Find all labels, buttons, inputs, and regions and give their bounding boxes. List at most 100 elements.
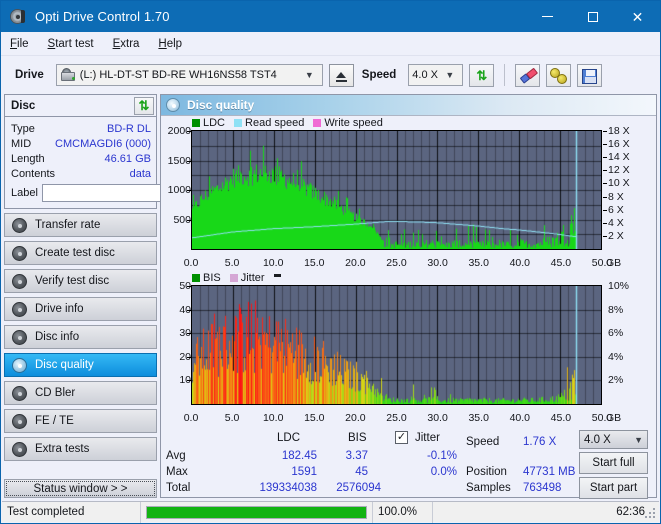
status-window-button[interactable]: Status window > > <box>4 479 157 498</box>
chart2-x-axis: 0.0 5.0 10.0 15.0 20.0 25.0 30.0 35.0 40.0 45.0 50… <box>161 412 656 426</box>
window-controls: ✕ <box>525 1 660 32</box>
drive-icon <box>60 68 76 82</box>
sidebar-item-transfer-rate[interactable]: Transfer rate <box>4 213 157 237</box>
sidebar-item-disc-quality[interactable]: Disc quality <box>4 353 157 377</box>
disc-refresh-button[interactable]: ⇅ <box>134 96 154 115</box>
disc-quality-icon <box>166 98 180 112</box>
settings-button[interactable] <box>546 63 572 87</box>
sidebar-item-label: Transfer rate <box>35 219 101 231</box>
drive-label: Drive <box>15 69 44 81</box>
panel-header: Disc quality <box>161 95 656 116</box>
stats-avg-bis: 3.37 <box>345 450 368 462</box>
chart1-x-axis: 0.0 5.0 10.0 15.0 20.0 25.0 30.0 35.0 40.0 45.0 50… <box>161 257 656 271</box>
x-tick-label: 40.0 <box>509 257 531 269</box>
legend-label: Write speed <box>324 117 383 129</box>
menu-extra[interactable]: Extra <box>113 35 149 53</box>
sidebar-item-disc-info[interactable]: Disc info <box>4 325 157 349</box>
drive-select[interactable]: (L:) HL-DT-ST BD-RE WH16NS58 TST4 ▼ <box>55 64 323 86</box>
close-button[interactable]: ✕ <box>615 1 660 32</box>
legend-label: Jitter <box>240 272 265 284</box>
eject-button[interactable] <box>328 63 354 87</box>
content-panel: Disc quality LDC Read speed Write speed <box>160 94 657 499</box>
menu-help[interactable]: Help <box>158 35 191 53</box>
refresh-button[interactable]: ⇅ <box>469 63 495 87</box>
stats-max-jitter: 0.0% <box>430 466 457 478</box>
x-tick-label: 35.0 <box>468 412 489 424</box>
minimize-button[interactable] <box>525 1 570 32</box>
app-window: Opti Drive Control 1.70 ✕ FFileile Start… <box>0 0 661 524</box>
x-tick-label: 20.0 <box>345 257 366 269</box>
x-tick-label: 5.0 <box>224 412 240 424</box>
sidebar-item-verify-test-disc[interactable]: Verify test disc <box>4 269 157 293</box>
chart1-y-axis-left: 500 1000 1500 2000 <box>161 125 191 250</box>
progress-fill <box>147 506 366 518</box>
speed-stat-value: 1.76 X <box>523 436 557 448</box>
stats-max-bis: 45 <box>355 466 368 478</box>
chart2-legend: BIS Jitter <box>161 271 656 285</box>
save-button[interactable] <box>577 63 603 87</box>
sidebar-item-fe-te[interactable]: FE / TE <box>4 409 157 433</box>
x-tick-label: 20.0 <box>345 412 366 424</box>
y2-tick-label: 10 X <box>608 177 630 190</box>
stats-row-total-label: Total <box>166 482 191 494</box>
x-tick-label: 35.0 <box>468 257 489 269</box>
disc-icon <box>12 245 27 261</box>
y2-tick-label: 8 X <box>608 190 624 203</box>
sidebar-item-label: Create test disc <box>35 247 115 259</box>
chart2-y-axis-right: 2% 4% 6% 8% 10% <box>603 280 643 405</box>
disc-row-mid: MID CMCMAGDI6 (000) <box>11 136 151 151</box>
x-tick-label: 0.0 <box>183 412 199 424</box>
speed-select[interactable]: 4.0 X ▼ <box>408 64 464 86</box>
jitter-checkbox[interactable]: ✓ <box>395 431 408 444</box>
x-tick-label: 45.0 <box>550 257 572 269</box>
legend-item-bis: BIS <box>192 272 221 284</box>
chevron-down-icon: ▼ <box>634 434 643 445</box>
menu-file[interactable]: FFileile <box>10 35 38 53</box>
toolbar-divider <box>504 64 506 86</box>
legend-swatch <box>192 274 200 282</box>
sidebar-item-drive-info[interactable]: Drive info <box>4 297 157 321</box>
chart1-y-axis-right: 2 X4 X6 X8 X 10 X 12 X 14 X 16 X 18 X <box>603 125 643 250</box>
stats-max-ldc: 1591 <box>291 466 317 478</box>
y2-tick-label: 16 X <box>608 138 630 151</box>
legend-swatch <box>192 119 200 127</box>
x-tick-label: 15.0 <box>304 412 325 424</box>
chart2-plot <box>191 285 602 405</box>
speed-select-value: 4.0 X <box>412 69 438 81</box>
sidebar-item-create-test-disc[interactable]: Create test disc <box>4 241 157 265</box>
disc-icon <box>10 8 27 25</box>
sidebar-item-label: Extra tests <box>35 443 90 455</box>
sidebar-item-label: FE / TE <box>35 415 74 427</box>
menu-bar: FFileile Start test Extra Help <box>1 32 660 56</box>
disc-row-key: Type <box>11 122 35 135</box>
disc-label-row: Label <box>11 182 216 204</box>
speed-select-stats[interactable]: 4.0 X ▼ <box>579 430 648 449</box>
y2-tick-label: 8% <box>608 303 624 316</box>
x-tick-label: 5.0 <box>224 257 240 269</box>
stats-row-avg-label: Avg <box>166 450 186 462</box>
window-title: Opti Drive Control 1.70 <box>35 9 170 24</box>
stats-panel: LDC BIS Avg Max Total 182.45 1591 139334… <box>161 426 656 499</box>
disc-row-length: Length 46.61 GB <box>11 151 151 166</box>
erase-button[interactable] <box>515 63 541 87</box>
disc-panel-title: Disc <box>11 99 36 112</box>
start-part-button[interactable]: Start part <box>579 477 648 499</box>
y2-tick-label: 2 X <box>608 229 624 242</box>
maximize-button[interactable] <box>570 1 615 32</box>
disc-icon <box>12 413 27 429</box>
speed-label: Speed <box>361 69 397 81</box>
position-stat-label: Position <box>466 466 507 478</box>
sidebar-item-cd-bler[interactable]: CD Bler <box>4 381 157 405</box>
start-full-button[interactable]: Start full <box>579 452 648 474</box>
stats-col-bis: BIS <box>348 432 367 444</box>
sidebar-item-extra-tests[interactable]: Extra tests <box>4 437 157 461</box>
main-body: Disc ⇅ Type BD-R DL MID CMCMAGDI6 (000) <box>1 94 660 499</box>
menu-start-test[interactable]: Start test <box>48 35 103 53</box>
sidebar-item-label: CD Bler <box>35 387 76 399</box>
stats-row-max-label: Max <box>166 466 188 478</box>
progress-bar <box>140 501 372 523</box>
resize-grip[interactable] <box>645 508 657 520</box>
nav-list: Transfer rate Create test disc Verify te… <box>4 213 157 461</box>
chevron-down-icon: ▼ <box>304 70 314 80</box>
disc-icon <box>12 301 27 317</box>
